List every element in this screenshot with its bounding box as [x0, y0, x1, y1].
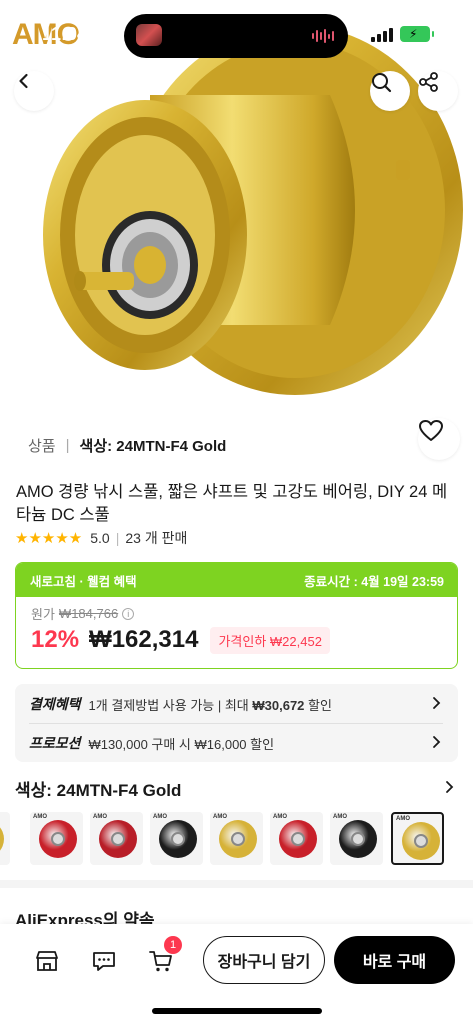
color-option-red-drilled[interactable]: AMO	[90, 812, 143, 865]
divider: |	[65, 436, 70, 454]
promo-end-time: 종료시간 : 4월 19일 23:59	[304, 574, 444, 589]
chevron-right-icon	[433, 697, 441, 709]
price-row: 12% ₩162,314 가격인하 ₩22,452	[31, 626, 457, 654]
benefit-text: ₩130,000 구매 시 ₩16,000 할인	[88, 736, 275, 752]
spool-hub	[171, 832, 185, 846]
discount-percent: 12%	[31, 626, 80, 653]
cart-count-badge: 1	[164, 936, 182, 954]
brand-mark: AMO	[333, 814, 347, 820]
share-button[interactable]	[418, 71, 458, 111]
back-button[interactable]	[14, 71, 54, 111]
variant-value: 색상: 24MTN-F4 Gold	[79, 437, 227, 455]
info-icon[interactable]: i	[122, 607, 135, 620]
payment-benefit-row[interactable]: 결제혜택 1개 결제방법 사용 가능 | 최대 ₩30,672 할인	[29, 685, 443, 723]
brand-mark: AMO	[213, 814, 227, 820]
sale-price: ₩162,314	[89, 626, 199, 653]
search-button[interactable]	[370, 71, 410, 111]
promo-price-card: 새로고침 · 웰컴 혜택 종료시간 : 4월 19일 23:59 원가 ₩184…	[15, 562, 458, 669]
original-price: ₩184,766	[58, 606, 119, 621]
product-image-gallery[interactable]: AMO 11:04 ⚡ 상품 | 색상: 24MTN-F4 Gold	[0, 0, 473, 470]
original-price-row: 원가 ₩184,766 i	[31, 604, 457, 623]
variant-label: 상품	[28, 437, 56, 455]
spool-hub	[414, 834, 428, 848]
benefits-box: 결제혜택 1개 결제방법 사용 가능 | 최대 ₩30,672 할인 프로모션 …	[15, 684, 458, 762]
benefit-key: 프로모션	[29, 735, 81, 751]
benefit-text: 1개 결제방법 사용 가능 | 최대 ₩30,672 할인	[88, 697, 332, 713]
wishlist-button[interactable]	[418, 418, 460, 460]
spool-hub	[51, 832, 65, 846]
star-rating-icon: ★★★★★	[15, 530, 83, 547]
color-option-red[interactable]: AMO	[30, 812, 83, 865]
status-time: 11:04	[42, 24, 88, 44]
sold-count: 23 개 판매	[125, 530, 188, 546]
product-image	[43, 25, 463, 395]
color-option-gold[interactable]: AMO	[391, 812, 444, 865]
promotion-row[interactable]: 프로모션 ₩130,000 구매 시 ₩16,000 할인	[29, 724, 443, 762]
product-title: AMO 경량 낚시 스풀, 짧은 샤프트 및 고강도 베어링, DIY 24 메…	[16, 483, 448, 524]
home-indicator[interactable]	[152, 1008, 322, 1014]
color-option-black[interactable]: AMO	[330, 812, 383, 865]
status-bar: AMO 11:04 ⚡	[0, 0, 473, 58]
chat-button[interactable]	[89, 946, 119, 976]
chevron-right-icon[interactable]	[442, 780, 456, 794]
rating-value: 5.0	[90, 530, 110, 546]
color-option-black[interactable]: AMO	[150, 812, 203, 865]
chat-icon	[93, 952, 115, 971]
current-variant-pill[interactable]: 상품 | 색상: 24MTN-F4 Gold	[14, 430, 241, 460]
color-options: AMO AMO AMO AMO AMO AMO AMO	[0, 812, 473, 868]
color-option-partial[interactable]	[0, 812, 10, 865]
store-button[interactable]	[32, 946, 62, 976]
buy-now-button[interactable]: 바로 구매	[334, 936, 455, 984]
rating-row[interactable]: ★★★★★ 5.0 | 23 개 판매	[15, 528, 187, 548]
chevron-right-icon	[433, 736, 441, 748]
audio-wave-icon	[312, 28, 334, 44]
store-icon	[36, 951, 58, 971]
divider: |	[115, 530, 120, 546]
section-divider	[0, 880, 473, 888]
dynamic-island	[124, 14, 348, 58]
brand-mark: AMO	[93, 814, 107, 820]
brand-mark: AMO	[33, 814, 47, 820]
signal-icon	[371, 28, 393, 42]
brand-mark: AMO	[153, 814, 167, 820]
bottom-action-bar: 1 장바구니 담기 바로 구매	[0, 924, 473, 1024]
promo-badge: 새로고침 · 웰컴 혜택	[30, 574, 137, 589]
spool-hub	[111, 832, 125, 846]
add-to-cart-button[interactable]: 장바구니 담기	[203, 936, 325, 984]
promo-header: 새로고침 · 웰컴 혜택 종료시간 : 4월 19일 23:59	[16, 563, 457, 597]
brand-mark: AMO	[273, 814, 287, 820]
color-option-gold[interactable]: AMO	[210, 812, 263, 865]
spool-hub	[351, 832, 365, 846]
color-selector-title[interactable]: 색상: 24MTN-F4 Gold	[15, 776, 181, 801]
battery-icon: ⚡	[400, 26, 434, 42]
search-icon	[372, 73, 392, 93]
spool-hub	[231, 832, 245, 846]
original-label: 원가	[31, 607, 55, 622]
color-option-red[interactable]: AMO	[270, 812, 323, 865]
benefit-key: 결제혜택	[29, 696, 81, 712]
share-icon	[419, 72, 438, 92]
brand-mark: AMO	[396, 816, 410, 822]
spool-hub	[291, 832, 305, 846]
price-drop-tag: 가격인하 ₩22,452	[210, 626, 330, 654]
chevron-left-icon	[19, 73, 28, 89]
heart-icon	[419, 420, 443, 441]
now-playing-thumbnail	[136, 24, 162, 46]
